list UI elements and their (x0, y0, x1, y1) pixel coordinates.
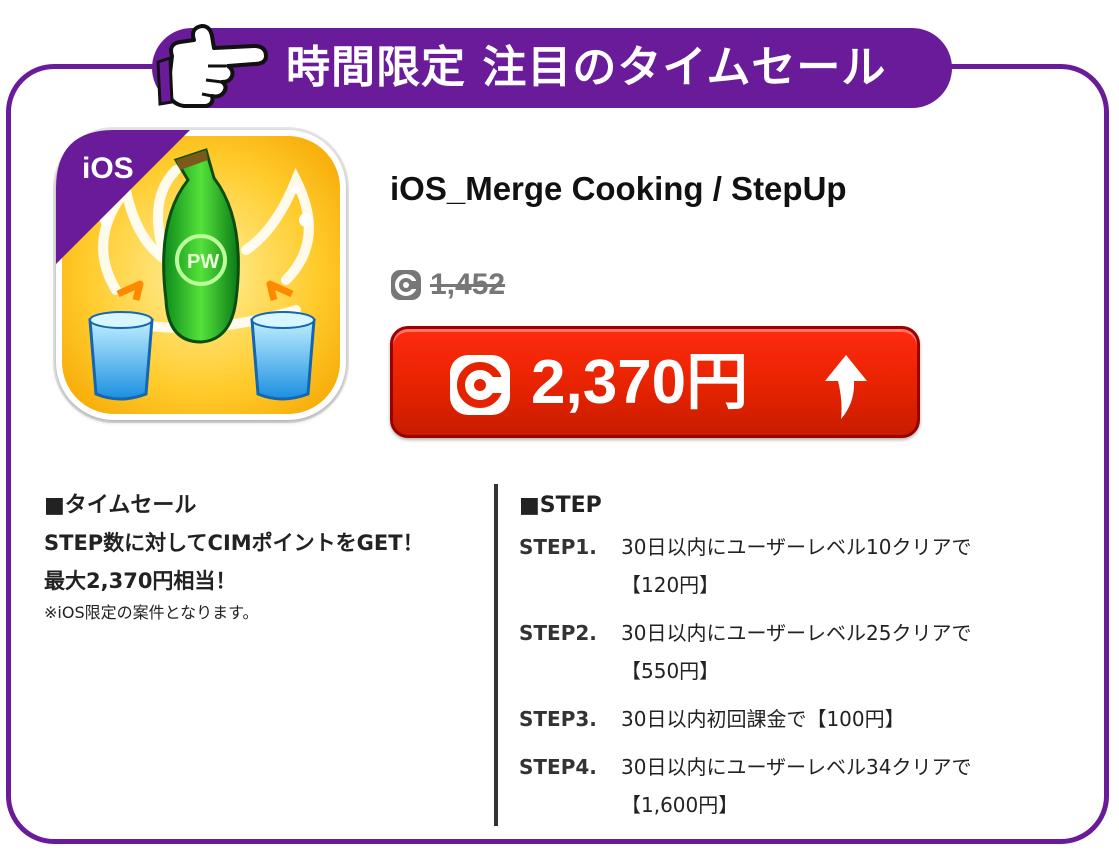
up-arrow-icon (825, 355, 867, 419)
step-heading: ■STEP (519, 493, 602, 518)
price-value: 2,370円 (531, 348, 749, 417)
step-item: STEP2. 30日以内にユーザーレベル25クリアで 【550円】 (519, 614, 1079, 690)
old-price: 1,452 (390, 268, 505, 302)
step-description: 30日以内初回課金で【100円】 (621, 707, 905, 731)
platform-badge: iOS (82, 152, 134, 185)
step-reward: 【1,600円】 (621, 793, 739, 817)
ios-ribbon (56, 130, 190, 264)
timesale-heading: ■タイムセール (44, 493, 197, 518)
step-description: 30日以内にユーザーレベル25クリアで (621, 621, 972, 645)
timesale-note: ※iOS限定の案件となります。 (44, 603, 259, 622)
old-points-value: 1,452 (430, 268, 506, 301)
step-label: STEP4. (519, 755, 597, 779)
step-reward: 【550円】 (621, 659, 720, 683)
coin-icon (391, 270, 421, 300)
step-item: STEP3. 30日以内初回課金で【100円】 (519, 700, 1079, 738)
step-description: 30日以内にユーザーレベル10クリアで (621, 535, 972, 559)
pointing-hand-icon (156, 24, 268, 108)
step-description: 30日以内にユーザーレベル34クリアで (621, 755, 972, 779)
price-button[interactable]: 2,370円 (390, 326, 920, 438)
column-divider (494, 484, 498, 826)
timesale-line2: 最大2,370円相当！ (44, 569, 237, 593)
banner-title: 時間限定 注目のタイムセール (286, 42, 887, 93)
step-item: STEP1. 30日以内にユーザーレベル10クリアで 【120円】 (519, 528, 1079, 604)
step-label: STEP1. (519, 535, 597, 559)
step-reward: 【120円】 (621, 573, 720, 597)
timesale-line1: STEP数に対してCIMポイントをGET！ (44, 531, 424, 555)
coin-icon (450, 355, 510, 415)
step-section: ■STEP STEP1. 30日以内にユーザーレベル10クリアで 【120円】 … (519, 488, 1079, 824)
step-item: STEP4. 30日以内にユーザーレベル34クリアで 【1,600円】 (519, 748, 1079, 824)
timesale-section: ■タイムセール STEP数に対してCIMポイントをGET！ 最大2,370円相当… (44, 488, 484, 626)
step-label: STEP2. (519, 621, 597, 645)
step-label: STEP3. (519, 707, 597, 731)
banner: 時間限定 注目のタイムセール (152, 28, 952, 108)
app-name: iOS_Merge Cooking / StepUp (390, 170, 847, 207)
